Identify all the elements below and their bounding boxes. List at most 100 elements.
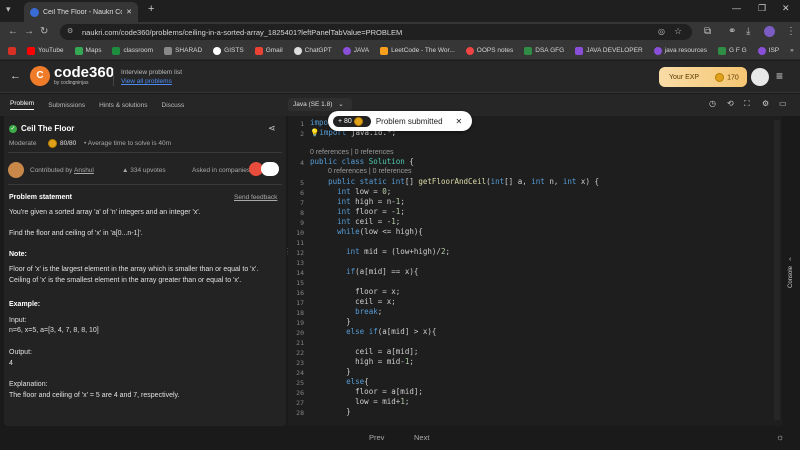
minimize-icon[interactable]: —	[732, 3, 741, 13]
forward-icon[interactable]: →	[24, 26, 34, 37]
score-coin-icon	[48, 139, 57, 148]
back-icon[interactable]: ←	[8, 26, 18, 37]
layout-icon[interactable]: ▭	[779, 99, 787, 108]
toast-coin-icon	[353, 116, 363, 126]
close-window-icon[interactable]: ✕	[782, 3, 790, 14]
code360-logo-icon[interactable]: C	[30, 66, 50, 86]
tab-discuss[interactable]: Discuss	[162, 102, 185, 109]
fullscreen-icon[interactable]: ⛶	[744, 99, 750, 109]
share-icon[interactable]: ⋖	[268, 123, 276, 134]
maximize-icon[interactable]: ❐	[758, 3, 766, 14]
hamburger-menu-icon[interactable]: ≡	[776, 69, 783, 83]
url-input[interactable]: ⚙ naukri.com/code360/problems/ceiling-in…	[60, 24, 692, 40]
bookmark-youtube[interactable]: YouTube	[27, 46, 64, 55]
submission-toast: + 80 Problem submitted ✕	[328, 111, 472, 131]
logo-title[interactable]: code360	[54, 64, 114, 81]
extensions-icon[interactable]: ⧉	[704, 26, 711, 37]
code-line: ceil = x;	[310, 297, 396, 306]
bookmark-isp[interactable]: ISP	[757, 46, 779, 55]
next-button[interactable]: Next	[414, 433, 429, 442]
browser-menu-icon[interactable]: ⋮	[786, 26, 796, 37]
asked-in-label: Asked in companies	[192, 167, 251, 174]
exp-badge[interactable]: Your EXP 170	[659, 67, 747, 87]
line-number: 11	[296, 239, 304, 247]
bookmark-oops-notes[interactable]: OOPS notes	[465, 46, 513, 55]
line-number: 13	[296, 259, 304, 267]
exp-label: Your EXP	[669, 73, 700, 81]
toast-close-icon[interactable]: ✕	[456, 117, 463, 126]
logo-subtitle: by codingninjas	[54, 80, 89, 86]
contributor-avatar	[8, 162, 24, 178]
line-number: 14	[296, 269, 304, 277]
bookmark-leetcode[interactable]: LeetCode - The Wor...	[380, 46, 455, 55]
tab-problem[interactable]: Problem	[10, 100, 35, 110]
line-number: 22	[296, 349, 304, 357]
line-number: 5	[300, 179, 304, 187]
bookmark-gmail-icon[interactable]	[8, 46, 16, 55]
console-chevron-icon[interactable]: ‹	[789, 256, 791, 263]
bookmark-java[interactable]: JAVA	[342, 46, 369, 55]
bookmark-sharad[interactable]: SHARAD	[164, 46, 202, 55]
code-line: if(a[mid] == x){	[346, 267, 419, 276]
exp-value: 170	[727, 73, 739, 81]
reload-icon[interactable]: ↻	[40, 26, 48, 37]
editor-scrollbar[interactable]	[774, 120, 780, 420]
footer-bar	[0, 426, 800, 450]
url-text: naukri.com/code360/problems/ceiling-in-a…	[82, 27, 403, 37]
browser-tab-active[interactable]: Ceil The Floor - Naukri Code 36 ✕	[24, 2, 138, 22]
reset-code-icon[interactable]: ⟲	[727, 99, 734, 108]
bookmark-maps[interactable]: Maps	[74, 46, 101, 55]
statement-line-2: Find the floor and ceiling of 'x' in 'a[…	[9, 230, 143, 237]
back-arrow-icon[interactable]: ←	[10, 70, 21, 82]
bookmark-dsa-gfg[interactable]: DSA GFG	[524, 46, 564, 55]
eye-off-icon[interactable]: ◎	[658, 27, 665, 36]
bookmark-java-developer[interactable]: JAVA DEVELOPER	[575, 46, 643, 55]
send-feedback-link[interactable]: Send feedback	[234, 194, 277, 201]
browser-tab-bar: ▾ Ceil The Floor - Naukri Code 36 ✕ + — …	[0, 0, 800, 22]
bookmark-star-icon[interactable]: ☆	[674, 26, 682, 37]
contributed-by-label: Contributed by	[30, 167, 73, 174]
tab-search-icon[interactable]: ▾	[6, 4, 11, 15]
extension-icon[interactable]: ⚭	[728, 26, 736, 37]
bookmark-gmail[interactable]: Gmail	[254, 46, 283, 55]
theme-toggle-icon[interactable]: ☼	[776, 432, 784, 442]
new-tab-icon[interactable]: +	[148, 3, 154, 15]
code-line: while(low <= high){	[337, 227, 423, 236]
view-all-problems-link[interactable]: View all problems	[121, 78, 172, 85]
download-icon[interactable]: ⤓	[746, 26, 750, 37]
note-line-2: Ceiling of 'x' is the smallest element i…	[9, 277, 242, 284]
timer-icon[interactable]: ◷	[709, 99, 716, 108]
bookmark-classroom[interactable]: classroom	[112, 46, 153, 55]
note-heading: Note:	[9, 251, 27, 258]
prev-button[interactable]: Prev	[369, 433, 384, 442]
code-line: else{	[346, 377, 369, 386]
site-info-icon[interactable]: ⚙	[67, 27, 73, 35]
references-hint: 0 references | 0 references	[328, 168, 412, 175]
solved-check-icon: ✓	[9, 125, 17, 133]
tab-hints-solutions[interactable]: Hints & solutions	[99, 102, 147, 109]
upvote-button[interactable]: ▲ 334 upvotes	[122, 167, 166, 174]
code-editor[interactable]: 1 import java.util.*; 2 💡import java.io.…	[288, 116, 782, 426]
statement-line-1: You're given a sorted array 'a' of 'n' i…	[9, 209, 201, 216]
tab-submissions[interactable]: Submissions	[48, 102, 85, 109]
settings-gear-icon[interactable]: ⚙	[762, 99, 769, 108]
language-select[interactable]: Java (SE 1.8) ⌄	[288, 98, 352, 111]
line-number: 20	[296, 329, 304, 337]
contributor-link[interactable]: Anshul	[74, 167, 94, 174]
bookmarks-overflow-icon[interactable]: »	[790, 47, 794, 54]
line-number: 16	[296, 289, 304, 297]
console-tab[interactable]: Console	[788, 266, 794, 288]
user-avatar[interactable]	[751, 68, 769, 86]
divider	[8, 152, 282, 153]
tab-close-icon[interactable]: ✕	[126, 8, 132, 16]
bookmark-gfg[interactable]: G F G	[717, 46, 747, 55]
code-line: floor = x;	[310, 287, 401, 296]
bookmark-java-resources[interactable]: java resources	[653, 46, 707, 55]
bookmark-chatgpt[interactable]: ChatGPT	[293, 46, 332, 55]
code-line: low = mid+1;	[310, 397, 410, 406]
profile-avatar[interactable]	[764, 26, 775, 37]
company-logo-2[interactable]	[261, 162, 279, 176]
bookmark-gists[interactable]: GISTS	[213, 46, 244, 55]
code360-favicon-icon	[30, 7, 39, 17]
line-number: 26	[296, 389, 304, 397]
